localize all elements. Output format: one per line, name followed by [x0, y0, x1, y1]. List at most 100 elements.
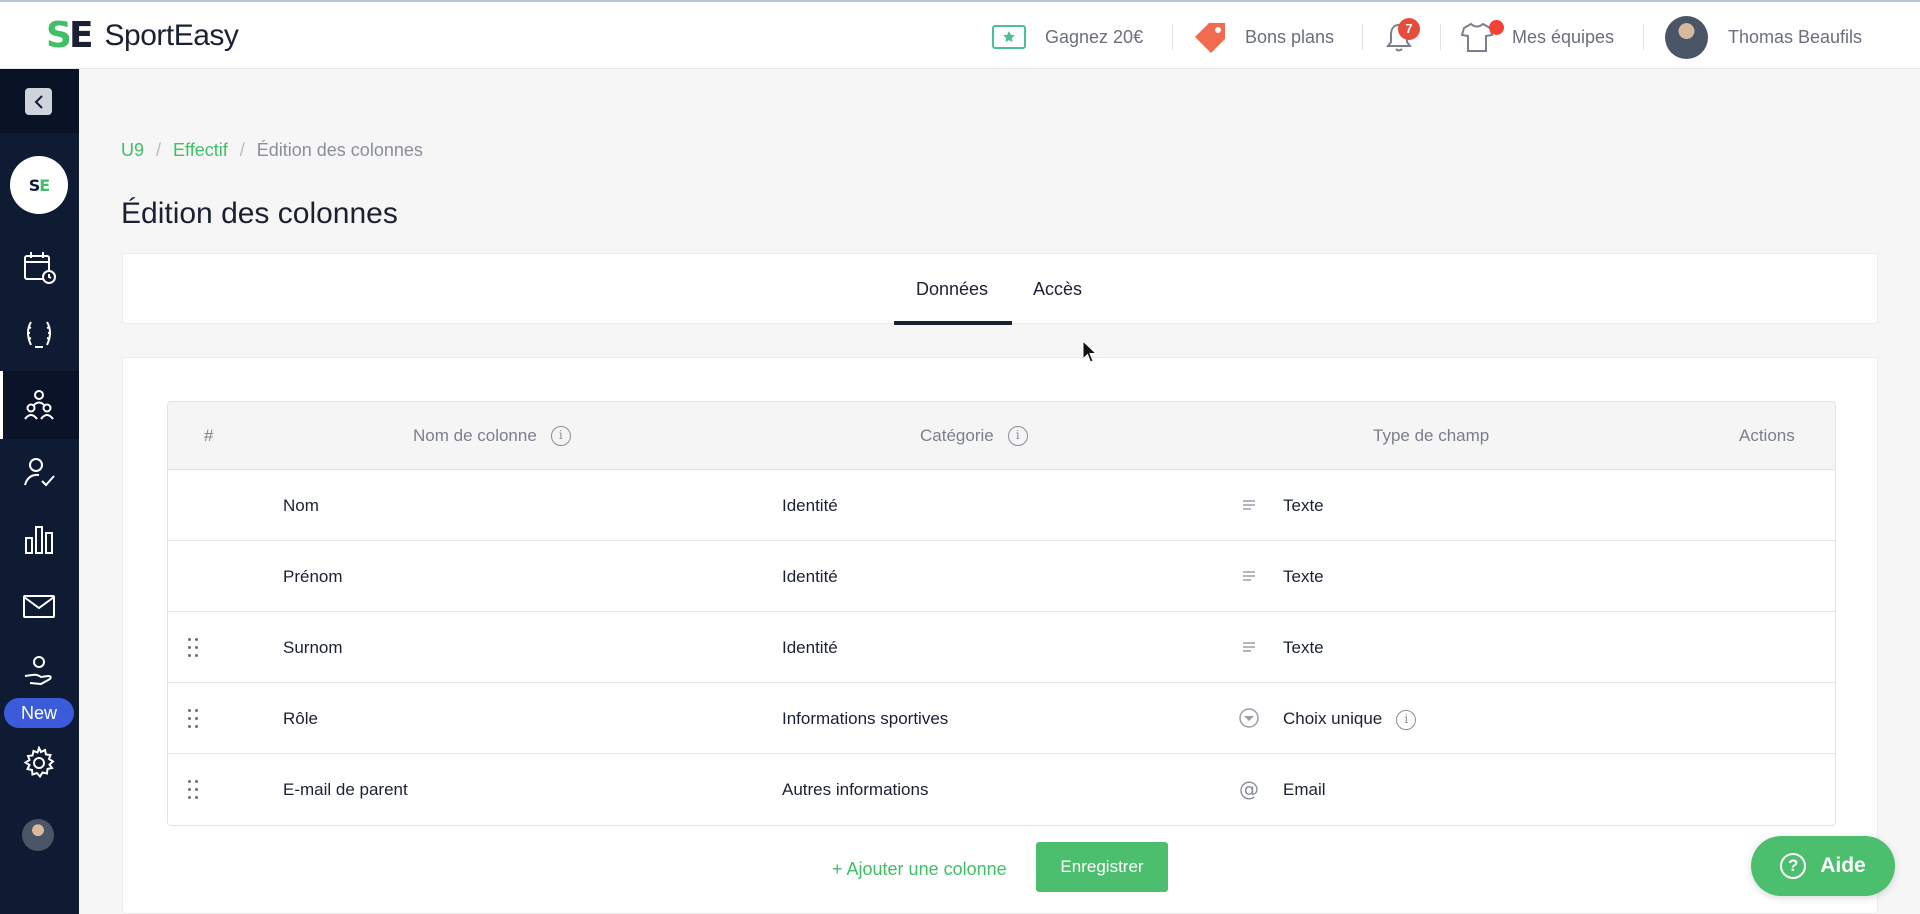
table-row: Surnom Identité Texte	[168, 612, 1835, 683]
sidebar-item-stats[interactable]	[20, 520, 58, 558]
table-header: # Nom de colonne i Catégorie i Type de cha…	[168, 402, 1835, 470]
sidebar-item-messages[interactable]	[20, 587, 58, 625]
tag-icon	[1195, 23, 1225, 53]
header-actions: Actions	[1739, 426, 1795, 445]
drag-handle-icon[interactable]	[188, 780, 200, 800]
logo-text: SportEasy	[104, 19, 239, 52]
teams-indicator-dot	[1489, 20, 1504, 35]
sidebar-item-calendar[interactable]	[20, 248, 58, 286]
team-icon	[24, 390, 54, 420]
column-name: Surnom	[283, 638, 343, 657]
user-avatar[interactable]	[1665, 16, 1708, 59]
dropdown-icon	[1238, 707, 1260, 729]
divider	[1643, 24, 1644, 50]
column-name: Prénom	[283, 567, 343, 586]
tab-data[interactable]: Données	[916, 279, 988, 300]
active-tab-indicator	[894, 321, 1012, 325]
divider	[1172, 24, 1173, 50]
help-button[interactable]: ? Aide	[1751, 836, 1895, 896]
table-row: Nom Identité Texte	[168, 470, 1835, 541]
add-column-button[interactable]: + Ajouter une colonne	[832, 859, 1007, 880]
breadcrumb: U9 / Effectif / Édition des colonnes	[121, 140, 423, 161]
deals-label: Bons plans	[1245, 26, 1335, 47]
laurel-icon	[27, 321, 51, 348]
info-icon[interactable]: i	[1007, 425, 1028, 446]
teams-label: Mes équipes	[1512, 26, 1615, 47]
sidebar-collapse-area	[0, 69, 79, 133]
column-name: Nom	[283, 496, 319, 515]
app-logo[interactable]: SE SportEasy	[46, 15, 239, 56]
drag-handle-icon[interactable]	[188, 709, 200, 729]
header-field-type: Type de champ	[1373, 426, 1490, 445]
sidebar-item-fundraising[interactable]	[20, 652, 58, 690]
column-type: Texte	[1283, 638, 1324, 657]
column-type: Texte	[1283, 567, 1324, 586]
ticket-icon	[992, 25, 1026, 49]
columns-card: # Nom de colonne i Catégorie i Type de cha…	[122, 357, 1878, 914]
breadcrumb-item-roster[interactable]: Effectif	[173, 140, 228, 161]
hand-heart-icon	[24, 656, 52, 686]
header-index: #	[204, 426, 214, 445]
sidebar-user-avatar[interactable]	[22, 819, 54, 851]
sidebar-item-settings[interactable]	[20, 744, 58, 782]
tabs-card: Données Accès	[122, 253, 1878, 325]
page-title: Édition des colonnes	[121, 197, 398, 230]
mouse-cursor-icon	[1082, 340, 1098, 363]
user-menu[interactable]: Thomas Beaufils	[1728, 20, 1862, 54]
mail-icon	[23, 595, 55, 618]
calendar-icon	[24, 252, 56, 284]
table-row: Rôle Informations sportives Choix unique…	[168, 683, 1835, 754]
top-bar: SE SportEasy Gagnez 20€ Bons plans 7 Mes…	[0, 0, 1920, 69]
breadcrumb-separator: /	[239, 140, 245, 160]
tab-access[interactable]: Accès	[1033, 279, 1082, 300]
column-category: Informations sportives	[782, 709, 949, 728]
column-category: Identité	[782, 638, 838, 657]
user-name: Thomas Beaufils	[1728, 26, 1863, 47]
header-column-name: Nom de colonne i	[413, 425, 571, 447]
column-category: Autres informations	[782, 780, 929, 799]
club-logo[interactable]: SE	[10, 156, 68, 214]
divider	[1440, 24, 1441, 50]
columns-table: # Nom de colonne i Catégorie i Type de cha…	[167, 401, 1836, 826]
collapse-sidebar-button[interactable]	[25, 88, 52, 115]
column-type: Texte	[1283, 496, 1324, 515]
question-icon: ?	[1780, 853, 1807, 879]
user-check-icon	[24, 458, 55, 487]
breadcrumb-separator: /	[156, 140, 162, 160]
sidebar: SE New	[0, 69, 79, 914]
column-category: Identité	[782, 567, 838, 586]
info-icon[interactable]: i	[550, 425, 571, 446]
column-type: Email	[1283, 780, 1326, 799]
lines-icon	[1238, 494, 1260, 516]
sidebar-item-team[interactable]	[20, 386, 58, 424]
table-row: Prénom Identité Texte	[168, 541, 1835, 612]
deals-link[interactable]: Bons plans	[1193, 20, 1334, 54]
breadcrumb-item-team[interactable]: U9	[121, 140, 144, 161]
new-badge[interactable]: New	[4, 698, 74, 728]
referral-link[interactable]: Gagnez 20€	[991, 20, 1143, 54]
gear-icon	[23, 746, 55, 779]
breadcrumb-item-current: Édition des colonnes	[256, 140, 423, 160]
logo-mark: SE	[46, 15, 93, 56]
teams-link[interactable]: Mes équipes	[1460, 20, 1614, 54]
chevron-left-icon	[34, 94, 43, 109]
info-icon[interactable]: i	[1396, 709, 1417, 730]
notification-badge: 7	[1398, 18, 1420, 40]
column-type: Choix unique i	[1283, 709, 1417, 730]
column-name: Rôle	[283, 709, 318, 728]
lines-icon	[1238, 565, 1260, 587]
divider	[1362, 24, 1363, 50]
referral-label: Gagnez 20€	[1045, 26, 1144, 47]
lines-icon	[1238, 636, 1260, 658]
drag-handle-icon[interactable]	[188, 638, 200, 658]
table-row: E-mail de parent Autres informations @ E…	[168, 754, 1835, 825]
column-name: E-mail de parent	[283, 780, 408, 799]
stats-icon	[25, 526, 53, 554]
sidebar-item-competitions[interactable]	[20, 315, 58, 353]
sidebar-item-attendance[interactable]	[20, 453, 58, 491]
at-icon: @	[1239, 777, 1259, 801]
help-label: Aide	[1820, 854, 1866, 877]
save-button[interactable]: Enregistrer	[1036, 842, 1168, 892]
column-category: Identité	[782, 496, 838, 515]
header-category: Catégorie i	[920, 425, 1028, 447]
